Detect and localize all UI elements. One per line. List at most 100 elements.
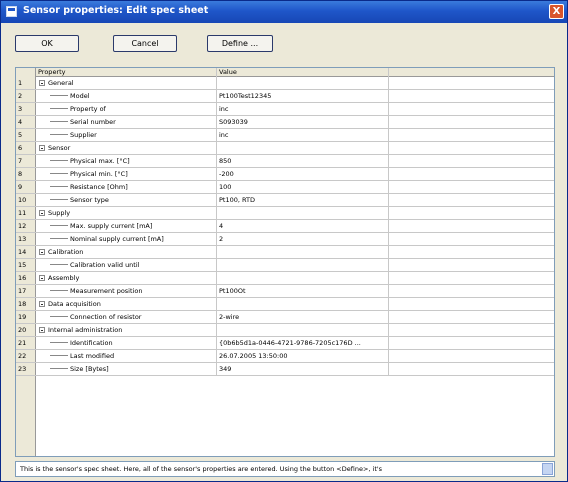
- property-cell[interactable]: Sensor: [36, 142, 217, 154]
- row-number: 14: [16, 246, 36, 258]
- value-cell[interactable]: 850: [217, 155, 389, 167]
- property-cell[interactable]: Supplier: [36, 129, 217, 141]
- collapse-minus-icon[interactable]: [39, 145, 45, 151]
- table-row[interactable]: 14 Calibration: [16, 246, 554, 259]
- description-text: This is the sensor's spec sheet. Here, a…: [20, 465, 383, 473]
- property-cell[interactable]: Identification: [36, 337, 217, 349]
- value-cell[interactable]: Pt100Ot: [217, 285, 389, 297]
- property-cell[interactable]: Calibration: [36, 246, 217, 258]
- table-row[interactable]: 3 Property of inc: [16, 103, 554, 116]
- collapse-minus-icon[interactable]: [39, 301, 45, 307]
- table-row[interactable]: 7 Physical max. [°C] 850: [16, 155, 554, 168]
- property-cell[interactable]: Max. supply current [mA]: [36, 220, 217, 232]
- value-cell[interactable]: [217, 246, 389, 258]
- property-cell[interactable]: Supply: [36, 207, 217, 219]
- table-row[interactable]: 8 Physical min. [°C] -200: [16, 168, 554, 181]
- header-value[interactable]: Value: [217, 68, 389, 77]
- value-cell[interactable]: inc: [217, 103, 389, 115]
- collapse-minus-icon[interactable]: [39, 80, 45, 86]
- table-row[interactable]: 5 Supplier inc: [16, 129, 554, 142]
- property-cell[interactable]: Physical min. [°C]: [36, 168, 217, 180]
- property-cell[interactable]: Calibration valid until: [36, 259, 217, 271]
- row-number: 6: [16, 142, 36, 154]
- table-row[interactable]: 22 Last modified 26.07.2005 13:50:00: [16, 350, 554, 363]
- value-cell[interactable]: Pt100Test12345: [217, 90, 389, 102]
- collapse-minus-icon[interactable]: [39, 210, 45, 216]
- table-row[interactable]: 6 Sensor: [16, 142, 554, 155]
- value-cell[interactable]: [217, 324, 389, 336]
- value-cell[interactable]: [217, 272, 389, 284]
- tree-connector: [50, 264, 68, 265]
- property-cell[interactable]: Size [Bytes]: [36, 363, 217, 375]
- value-cell[interactable]: -200: [217, 168, 389, 180]
- value-cell[interactable]: [217, 142, 389, 154]
- property-cell[interactable]: Data acquisition: [36, 298, 217, 310]
- table-row[interactable]: 19 Connection of resistor 2-wire: [16, 311, 554, 324]
- close-button[interactable]: X: [549, 4, 564, 19]
- property-cell[interactable]: Connection of resistor: [36, 311, 217, 323]
- value-cell[interactable]: [217, 77, 389, 89]
- table-row[interactable]: 16 Assembly: [16, 272, 554, 285]
- empty-cell: [389, 116, 554, 128]
- table-row[interactable]: 1 General: [16, 77, 554, 90]
- property-cell[interactable]: Property of: [36, 103, 217, 115]
- empty-cell: [389, 168, 554, 180]
- value-cell[interactable]: 2: [217, 233, 389, 245]
- header-property[interactable]: Property: [36, 68, 217, 77]
- value-cell[interactable]: S093039: [217, 116, 389, 128]
- value-cell[interactable]: 26.07.2005 13:50:00: [217, 350, 389, 362]
- collapse-minus-icon[interactable]: [39, 249, 45, 255]
- property-cell[interactable]: Nominal supply current [mA]: [36, 233, 217, 245]
- table-row[interactable]: 11 Supply: [16, 207, 554, 220]
- property-cell[interactable]: Serial number: [36, 116, 217, 128]
- property-cell[interactable]: Assembly: [36, 272, 217, 284]
- table-row[interactable]: 13 Nominal supply current [mA] 2: [16, 233, 554, 246]
- value-cell[interactable]: Pt100, RTD: [217, 194, 389, 206]
- table-row[interactable]: 21 Identification {0b6b5d1a-0446-4721-9786…: [16, 337, 554, 350]
- row-number: 5: [16, 129, 36, 141]
- title-bar[interactable]: Sensor properties: Edit spec sheet X: [1, 1, 567, 23]
- table-row[interactable]: 23 Size [Bytes] 349: [16, 363, 554, 376]
- ok-button[interactable]: OK: [15, 35, 79, 52]
- property-cell[interactable]: Internal administration: [36, 324, 217, 336]
- tree-connector: [50, 121, 68, 122]
- collapse-minus-icon[interactable]: [39, 327, 45, 333]
- property-cell[interactable]: Measurement position: [36, 285, 217, 297]
- table-row[interactable]: 17 Measurement position Pt100Ot: [16, 285, 554, 298]
- table-row[interactable]: 18 Data acquisition: [16, 298, 554, 311]
- property-grid[interactable]: Property Value 1 General 2 Model Pt100Test12…: [15, 67, 555, 457]
- value-cell[interactable]: 100: [217, 181, 389, 193]
- value-cell[interactable]: 4: [217, 220, 389, 232]
- empty-cell: [389, 324, 554, 336]
- value-cell[interactable]: inc: [217, 129, 389, 141]
- property-label: Physical max. [°C]: [70, 157, 130, 165]
- table-row[interactable]: 2 Model Pt100Test12345: [16, 90, 554, 103]
- property-label: Nominal supply current [mA]: [70, 235, 164, 243]
- property-label: Model: [70, 92, 90, 100]
- table-row[interactable]: 10 Sensor type Pt100, RTD: [16, 194, 554, 207]
- value-cell[interactable]: 2-wire: [217, 311, 389, 323]
- empty-cell: [389, 207, 554, 219]
- value-cell[interactable]: 349: [217, 363, 389, 375]
- property-cell[interactable]: General: [36, 77, 217, 89]
- property-cell[interactable]: Sensor type: [36, 194, 217, 206]
- table-row[interactable]: 12 Max. supply current [mA] 4: [16, 220, 554, 233]
- empty-cell: [389, 350, 554, 362]
- value-cell[interactable]: [217, 259, 389, 271]
- description-scrollbar[interactable]: [542, 463, 553, 475]
- property-cell[interactable]: Model: [36, 90, 217, 102]
- cancel-button[interactable]: Cancel: [113, 35, 177, 52]
- empty-cell: [389, 259, 554, 271]
- table-row[interactable]: 15 Calibration valid until: [16, 259, 554, 272]
- table-row[interactable]: 9 Resistance [Ohm] 100: [16, 181, 554, 194]
- define-button[interactable]: Define ...: [207, 35, 273, 52]
- table-row[interactable]: 20 Internal administration: [16, 324, 554, 337]
- value-cell[interactable]: [217, 298, 389, 310]
- collapse-minus-icon[interactable]: [39, 275, 45, 281]
- value-cell[interactable]: {0b6b5d1a-0446-4721-9786-7205c176D ...: [217, 337, 389, 349]
- table-row[interactable]: 4 Serial number S093039: [16, 116, 554, 129]
- property-cell[interactable]: Last modified: [36, 350, 217, 362]
- value-cell[interactable]: [217, 207, 389, 219]
- property-cell[interactable]: Physical max. [°C]: [36, 155, 217, 167]
- property-cell[interactable]: Resistance [Ohm]: [36, 181, 217, 193]
